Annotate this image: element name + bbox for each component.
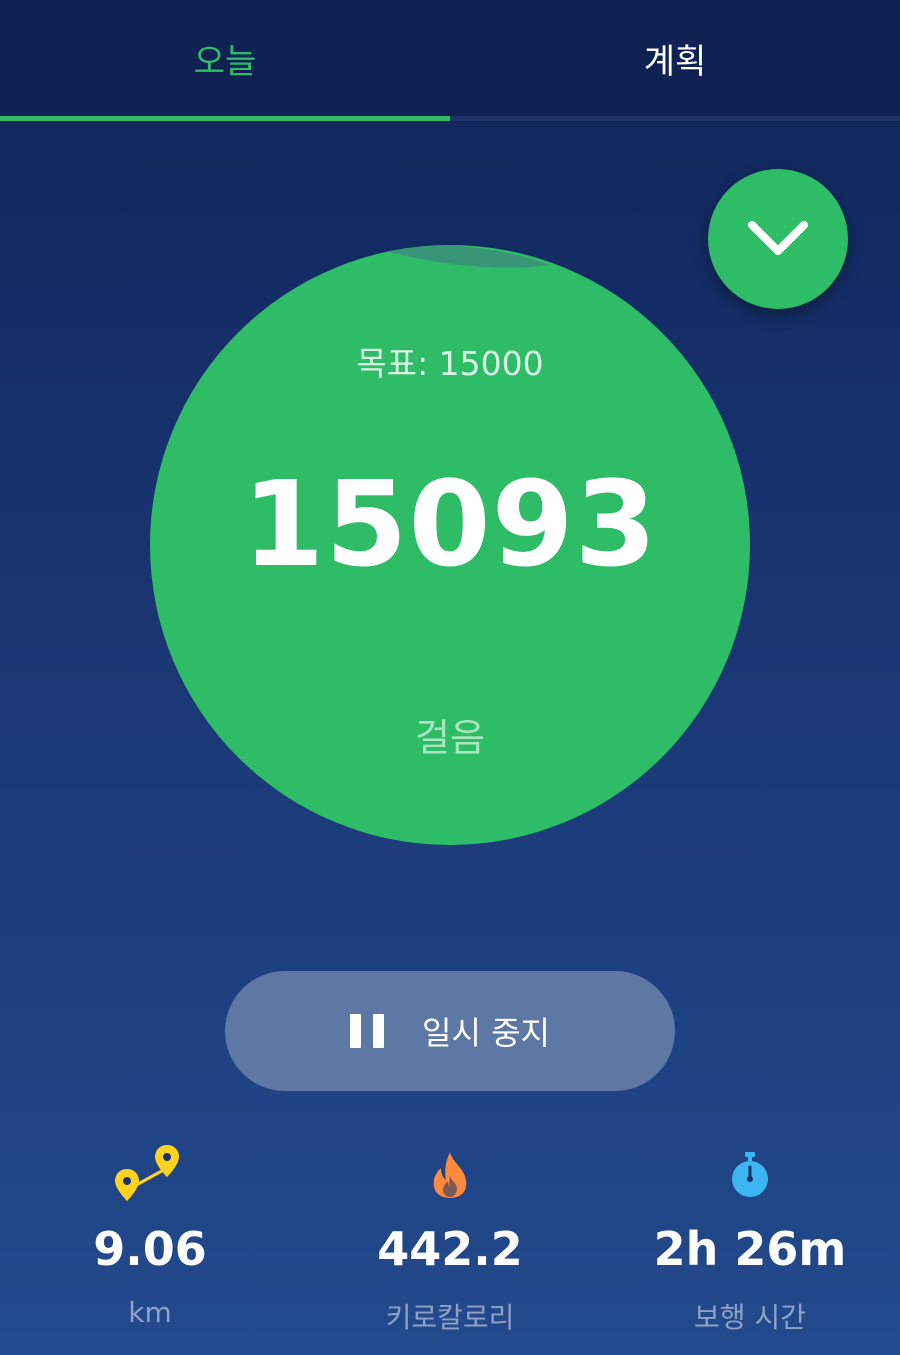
pause-button-label: 일시 중지 <box>422 1014 550 1052</box>
goal-text: 목표: 15000 <box>356 344 544 383</box>
steps-count: 15093 <box>242 455 658 593</box>
route-pins-icon <box>0 1140 300 1210</box>
tab-plan[interactable]: 계획 <box>450 0 900 116</box>
walking-time-label: 보행 시간 <box>694 1301 806 1334</box>
steps-unit-label: 걸음 <box>415 716 485 760</box>
distance-unit-label: km <box>128 1296 172 1329</box>
calories-value: 442.2 <box>377 1222 523 1276</box>
flame-icon <box>300 1140 600 1210</box>
calories-unit-label: 키로칼로리 <box>385 1301 515 1334</box>
tab-bar: 오늘 계획 <box>0 0 900 122</box>
stopwatch-icon <box>600 1140 900 1210</box>
pause-icon <box>350 1014 385 1048</box>
stat-walking-time: 2h 26m 보행 시간 <box>600 1140 900 1336</box>
step-progress-circle: 목표: 15000 15093 걸음 <box>150 245 750 845</box>
stat-calories: 442.2 키로칼로리 <box>300 1140 600 1336</box>
pause-button[interactable]: 일시 중지 <box>225 971 675 1091</box>
distance-value: 9.06 <box>93 1222 207 1276</box>
tab-today[interactable]: 오늘 <box>0 0 450 116</box>
walking-time-value: 2h 26m <box>653 1222 847 1276</box>
stat-distance: 9.06 km <box>0 1140 300 1329</box>
chevron-down-icon <box>748 221 808 255</box>
tab-active-indicator <box>0 116 450 121</box>
